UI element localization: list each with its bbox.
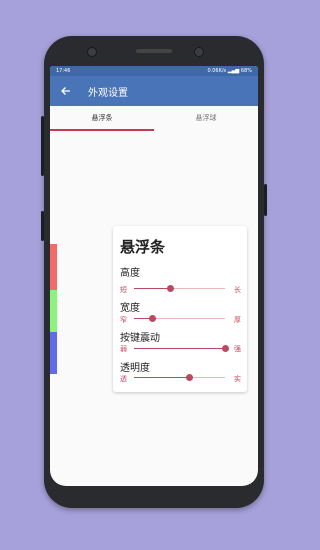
height-label: 高度 xyxy=(120,268,140,279)
slider-thumb[interactable] xyxy=(149,315,157,322)
height-min: 短 xyxy=(120,286,127,294)
opacity-label: 透明度 xyxy=(120,363,150,374)
sensor-icon xyxy=(194,47,204,57)
slider-fill xyxy=(134,348,225,349)
app-bar: 外观设置 xyxy=(50,76,258,106)
slider-thumb[interactable] xyxy=(222,345,229,352)
tab-float-bar[interactable]: 悬浮条 xyxy=(50,106,154,130)
slider-fill xyxy=(134,377,189,378)
screen: 17:46 0.06K/s ▂▄▆ 68% 外观设置 悬浮条 悬浮球 悬浮条 高… xyxy=(50,66,258,486)
status-time: 17:46 xyxy=(56,68,71,74)
slider-thumb[interactable] xyxy=(185,374,193,381)
volume-button xyxy=(41,116,44,176)
arrow-back-icon[interactable] xyxy=(58,83,74,99)
signal-icon: ▂▄▆ xyxy=(227,68,240,74)
side-button xyxy=(41,211,44,241)
status-bar: 17:46 0.06K/s ▂▄▆ 68% xyxy=(50,66,258,76)
power-button xyxy=(264,184,267,216)
opacity-max: 实 xyxy=(234,375,241,383)
height-slider[interactable] xyxy=(134,285,225,292)
height-max: 长 xyxy=(234,286,241,294)
settings-card: 悬浮条 高度 短 长 宽度 窄 厚 按键震动 弱 强 透明度 透 实 xyxy=(113,226,247,392)
color-strip-red xyxy=(50,244,57,290)
opacity-slider[interactable] xyxy=(134,374,225,381)
tab-float-ball[interactable]: 悬浮球 xyxy=(154,106,258,130)
vibration-slider[interactable] xyxy=(134,345,229,352)
tab-indicator xyxy=(50,129,154,131)
phone-frame: 17:46 0.06K/s ▂▄▆ 68% 外观设置 悬浮条 悬浮球 悬浮条 高… xyxy=(41,36,267,508)
tab-bar: 悬浮条 悬浮球 xyxy=(50,106,258,131)
color-strip-blue xyxy=(50,332,57,374)
color-strip-green xyxy=(50,290,57,332)
status-right: 0.06K/s ▂▄▆ 68% xyxy=(207,68,252,74)
front-camera-icon xyxy=(87,47,97,57)
card-title: 悬浮条 xyxy=(120,238,166,256)
vibration-label: 按键震动 xyxy=(120,333,160,344)
width-slider[interactable] xyxy=(134,315,225,322)
opacity-min: 透 xyxy=(120,375,127,383)
vibration-max: 强 xyxy=(234,345,241,353)
battery-level: 68% xyxy=(240,68,252,74)
width-label: 宽度 xyxy=(120,303,140,314)
network-speed: 0.06K/s xyxy=(207,68,227,74)
vibration-min: 弱 xyxy=(120,345,127,353)
width-min: 窄 xyxy=(120,316,127,324)
speaker xyxy=(136,49,172,53)
width-max: 厚 xyxy=(234,316,241,324)
page-title: 外观设置 xyxy=(88,87,128,99)
slider-fill xyxy=(134,288,171,289)
slider-thumb[interactable] xyxy=(167,285,175,292)
